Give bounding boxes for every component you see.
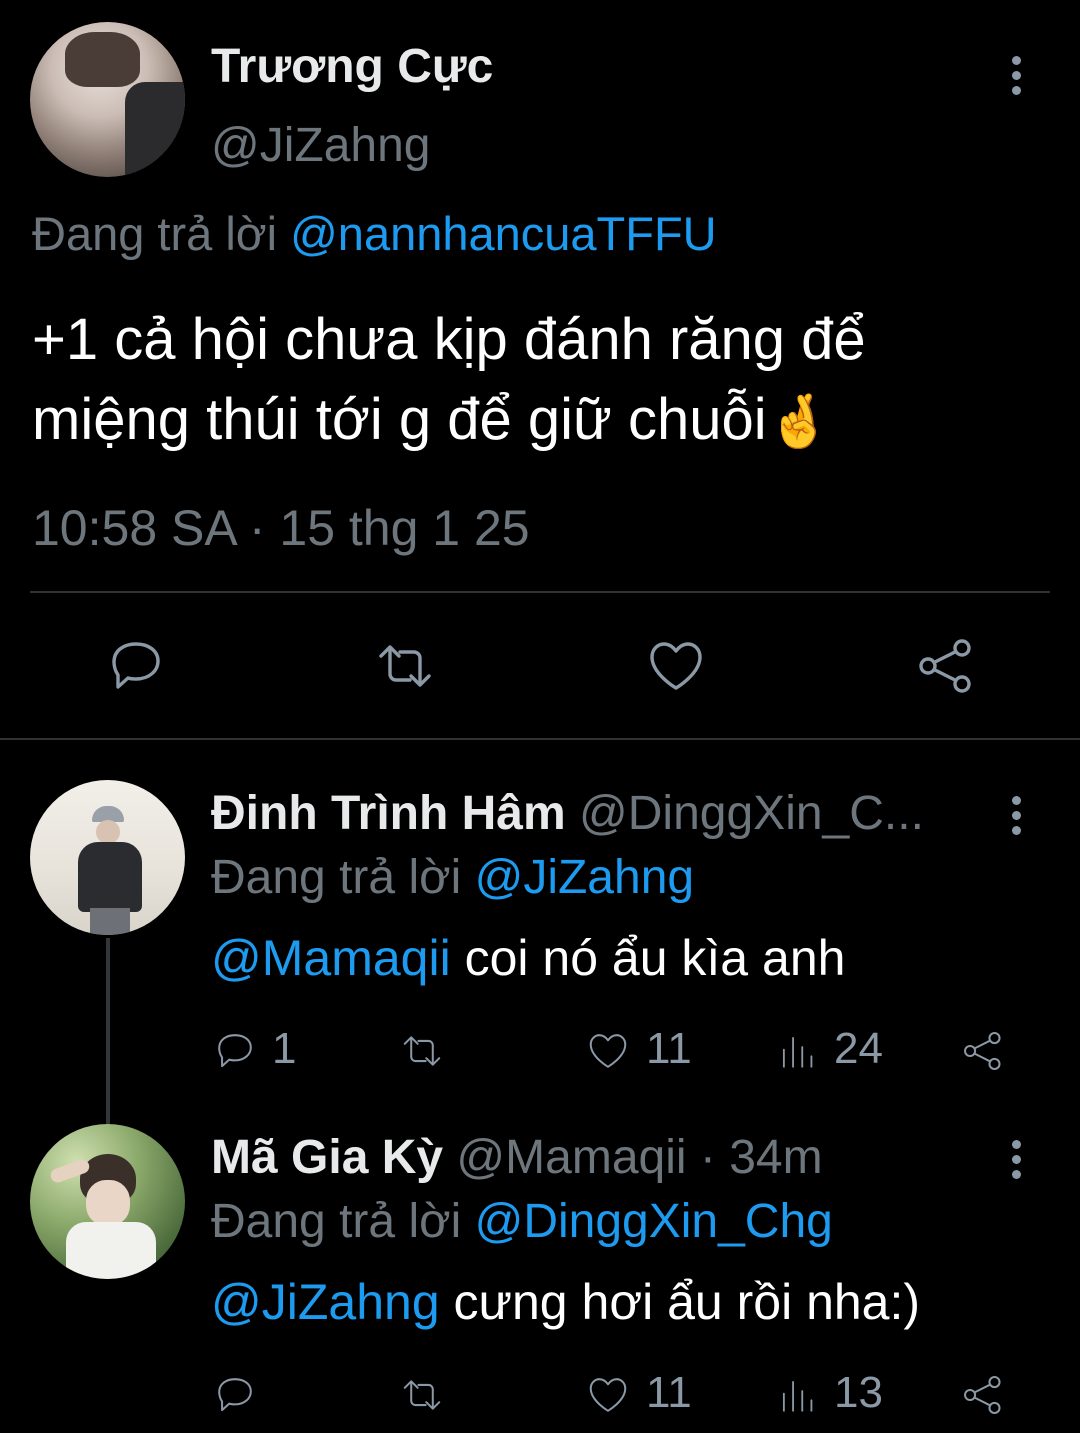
reply-header: Mã Gia Kỳ @Mamaqii · 34m (211, 1130, 823, 1186)
replying-to-line: Đang trả lời @nannhancuaTFFU (32, 206, 717, 262)
avatar[interactable] (30, 780, 185, 935)
reply-count: 1 (272, 1024, 297, 1073)
mention-link[interactable]: @JiZahng (211, 1274, 440, 1330)
reply-icon[interactable] (104, 634, 168, 698)
author-display-name[interactable]: Đinh Trình Hâm (211, 787, 566, 840)
replying-to-mention[interactable]: @nannhancuaTFFU (290, 207, 717, 260)
share-icon[interactable] (914, 634, 978, 698)
crossed-fingers-emoji: 🤞 (766, 393, 832, 451)
reply-header: Đinh Trình Hâm @DinggXin_C... (211, 786, 924, 842)
replying-to-label: Đang trả lời (32, 207, 278, 260)
like-icon[interactable] (644, 634, 708, 698)
views-count: 24 (834, 1024, 883, 1073)
replying-to-label: Đang trả lời (211, 1195, 462, 1248)
more-options-icon[interactable] (1012, 1140, 1022, 1185)
divider (30, 591, 1050, 593)
author-display-name[interactable]: Trương Cực (211, 40, 493, 94)
replying-to-line: Đang trả lời @JiZahng (211, 850, 694, 906)
like-icon[interactable] (584, 1028, 632, 1074)
section-divider (0, 738, 1080, 740)
share-icon[interactable] (960, 1372, 1006, 1418)
thread-line (106, 938, 110, 1124)
author-handle[interactable]: @JiZahng (211, 118, 431, 174)
author-handle[interactable]: @Mamaqii (456, 1131, 686, 1184)
reply-text: @JiZahng cưng hơi ẩu rồi nha:) (211, 1274, 921, 1330)
views-icon[interactable] (776, 1374, 818, 1416)
like-count: 11 (646, 1024, 692, 1073)
retweet-icon[interactable] (396, 1028, 448, 1074)
avatar[interactable] (30, 22, 185, 177)
retweet-icon[interactable] (370, 634, 440, 698)
replying-to-line: Đang trả lời @DinggXin_Chg (211, 1194, 833, 1250)
more-options-icon[interactable] (1012, 56, 1022, 101)
tweet-timestamp[interactable]: 10:58 SA · 15 thg 1 25 (32, 498, 530, 558)
replying-to-mention[interactable]: @JiZahng (475, 851, 695, 904)
tweet-time[interactable]: · 34m (700, 1131, 823, 1184)
mention-link[interactable]: @Mamaqii (211, 930, 451, 986)
reply-icon[interactable] (212, 1028, 258, 1074)
like-icon[interactable] (584, 1372, 632, 1418)
author-display-name[interactable]: Mã Gia Kỳ (211, 1131, 443, 1184)
like-count: 11 (646, 1368, 692, 1417)
tweet-text-line-2: miệng thúi tới g để giữ chuỗi🤞 (32, 387, 832, 452)
replying-to-mention[interactable]: @DinggXin_Chg (475, 1195, 833, 1248)
author-handle[interactable]: @DinggXin_C... (579, 787, 924, 840)
reply-icon[interactable] (212, 1372, 258, 1418)
views-icon[interactable] (776, 1030, 818, 1072)
views-count: 13 (834, 1368, 883, 1417)
tweet-text: +1 cả hội chưa kịp đánh răng để miệng th… (32, 300, 866, 462)
reply-text: @Mamaqii coi nó ẩu kìa anh (211, 930, 846, 986)
share-icon[interactable] (960, 1028, 1006, 1074)
more-options-icon[interactable] (1012, 796, 1022, 841)
tweet-text-line-1: +1 cả hội chưa kịp đánh răng để (32, 307, 866, 372)
retweet-icon[interactable] (396, 1372, 448, 1418)
avatar[interactable] (30, 1124, 185, 1279)
replying-to-label: Đang trả lời (211, 851, 462, 904)
